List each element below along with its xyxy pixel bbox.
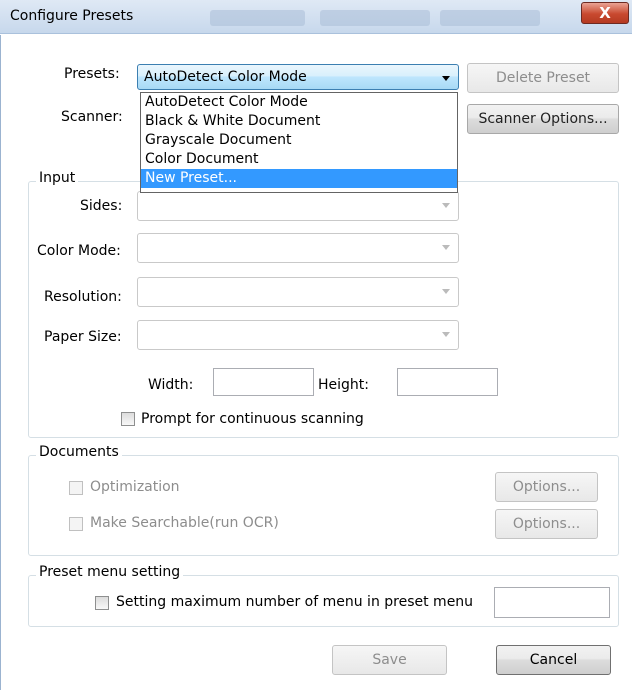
optimization-checkbox[interactable] [69,481,83,495]
ocr-options-button[interactable]: Options... [495,509,598,539]
presets-dropdown-list: AutoDetect Color Mode Black & White Docu… [140,92,458,193]
color-mode-label: Color Mode: [37,243,121,259]
dropdown-item-bw-document[interactable]: Black & White Document [141,112,457,131]
width-label: Width: [148,377,194,393]
chevron-down-icon[interactable] [442,203,450,208]
chevron-down-icon[interactable] [442,76,450,81]
input-group-title: Input [36,170,79,186]
prompt-continuous-label[interactable]: Prompt for continuous scanning [141,411,364,427]
resolution-select[interactable] [137,277,459,307]
max-menu-checkbox[interactable] [95,596,109,610]
chevron-down-icon[interactable] [442,245,450,250]
dropdown-item-color-document[interactable]: Color Document [141,150,457,169]
max-menu-input[interactable] [494,587,610,618]
chevron-down-icon[interactable] [442,289,450,294]
make-searchable-label: Make Searchable(run OCR) [90,515,279,531]
scanner-label: Scanner: [61,109,123,125]
sides-select[interactable] [137,191,459,221]
max-menu-label[interactable]: Setting maximum number of menu in preset… [116,594,473,610]
color-mode-select[interactable] [137,233,459,263]
save-button[interactable]: Save [332,645,447,675]
presets-label: Presets: [64,66,120,82]
prompt-continuous-checkbox[interactable] [121,412,135,426]
cancel-button[interactable]: Cancel [496,645,611,675]
delete-preset-button[interactable]: Delete Preset [467,63,619,93]
presets-combobox[interactable]: AutoDetect Color Mode [137,64,459,90]
sides-label: Sides: [80,198,123,214]
dropdown-item-autodetect[interactable]: AutoDetect Color Mode [141,93,457,112]
make-searchable-checkbox[interactable] [69,517,83,531]
height-label: Height: [318,377,369,393]
documents-group [28,455,619,556]
width-input[interactable] [213,368,314,396]
title-bar: Configure Presets X [0,0,632,34]
scanner-options-button[interactable]: Scanner Options... [467,104,619,134]
optimization-options-button[interactable]: Options... [495,472,598,502]
window-title: Configure Presets [10,8,134,24]
documents-group-title: Documents [36,444,122,460]
close-icon[interactable]: X [599,4,611,22]
close-button[interactable]: X [581,2,629,24]
preset-menu-group-title: Preset menu setting [36,564,184,580]
optimization-label: Optimization [90,479,180,495]
paper-size-select[interactable] [137,320,459,350]
height-input[interactable] [397,368,498,396]
chevron-down-icon[interactable] [442,332,450,337]
dropdown-item-new-preset[interactable]: New Preset... [141,169,457,188]
resolution-label: Resolution: [44,289,122,305]
dropdown-item-grayscale-document[interactable]: Grayscale Document [141,131,457,150]
paper-size-label: Paper Size: [44,329,122,345]
presets-selected-value: AutoDetect Color Mode [144,69,307,85]
